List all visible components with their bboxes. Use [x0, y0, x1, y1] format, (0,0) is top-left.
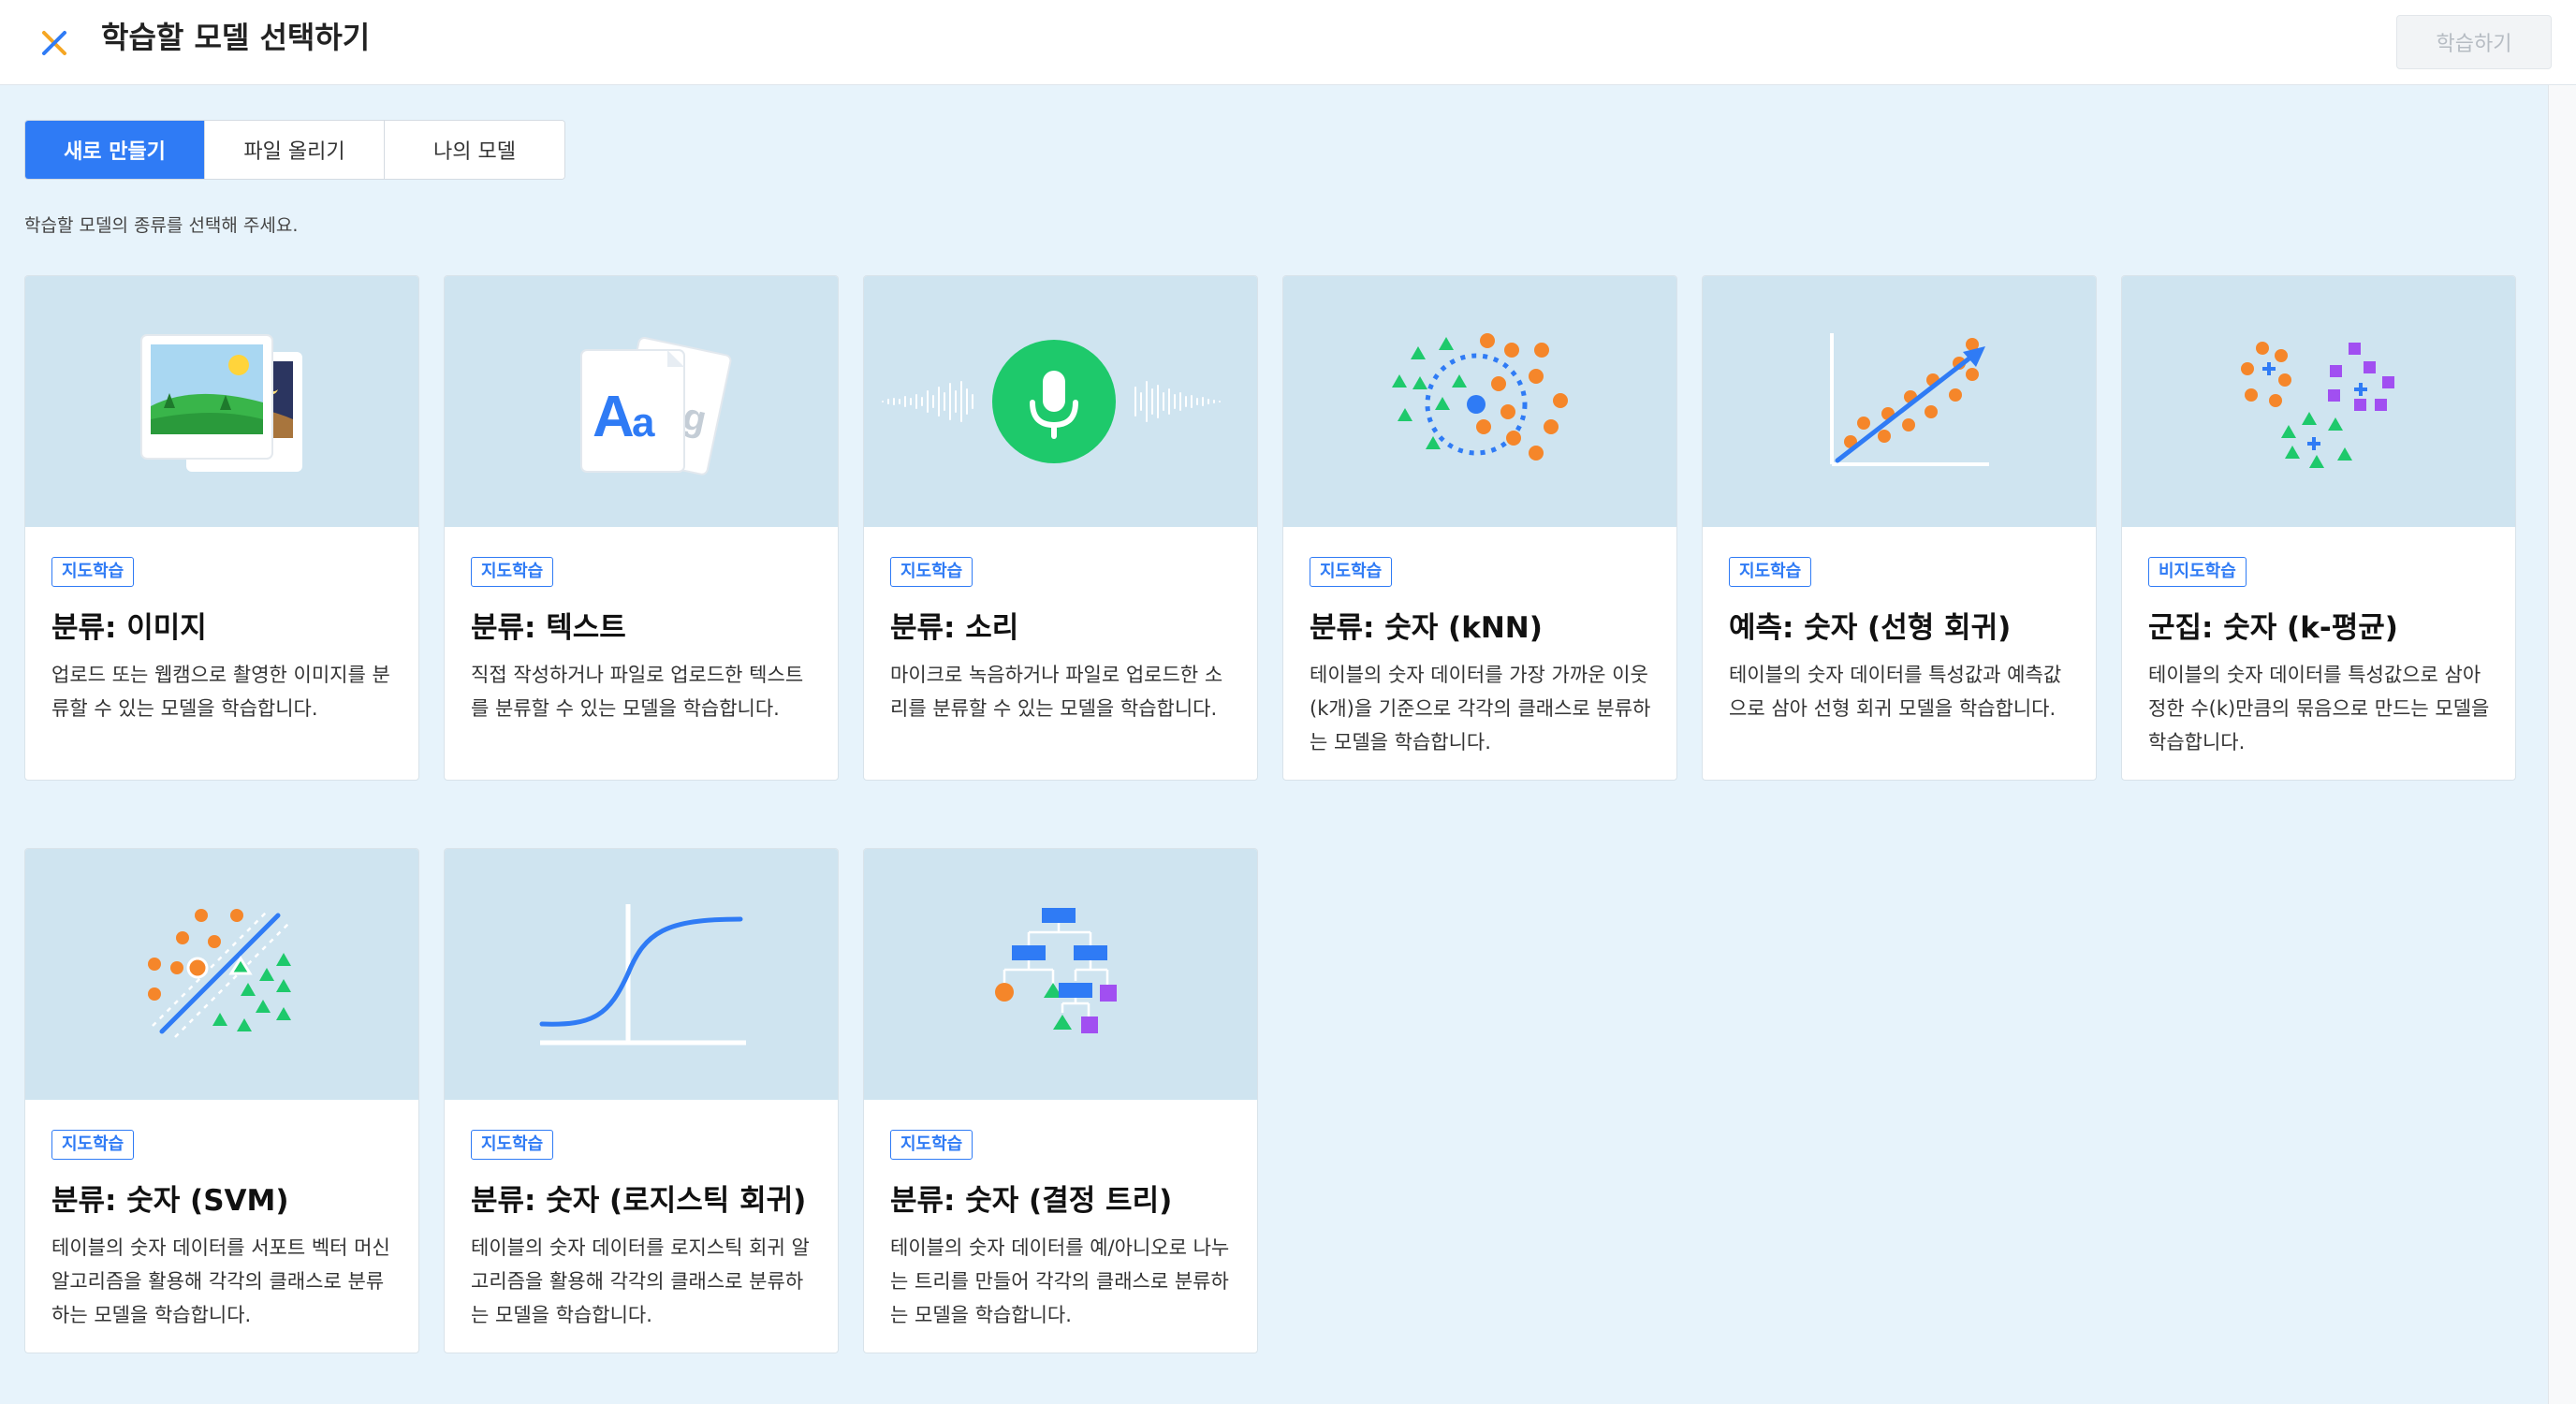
- model-card-svm[interactable]: 지도학습 분류: 숫자 (SVM) 테이블의 숫자 데이터를 서포트 벡터 머신…: [24, 848, 419, 1353]
- card-description: 테이블의 숫자 데이터를 특성값으로 삼아 정한 수(k)만큼의 묶음으로 만드…: [2148, 664, 2490, 753]
- learning-type-badge: 지도학습: [890, 1130, 973, 1160]
- card-title: 분류: 이미지: [51, 611, 207, 645]
- card-illustration: [2122, 276, 2515, 527]
- card-illustration: [445, 849, 838, 1100]
- train-button[interactable]: 학습하기: [2396, 15, 2552, 69]
- svg-text:A: A: [593, 385, 635, 449]
- svg-text:a: a: [632, 400, 655, 446]
- page-title: 학습할 모델 선택하기: [101, 20, 371, 55]
- logistic-curve-icon: [539, 904, 746, 1046]
- svm-margin-icon: [148, 909, 291, 1038]
- top-bar: 학습할 모델 선택하기 학습하기: [0, 0, 2576, 85]
- card-illustration: [864, 276, 1257, 527]
- learning-type-badge: 지도학습: [471, 1130, 554, 1160]
- linear-regression-icon: [1830, 333, 1989, 466]
- learning-type-badge: 비지도학습: [2148, 557, 2247, 587]
- model-card-knn[interactable]: 지도학습 분류: 숫자 (kNN) 테이블의 숫자 데이터를 가장 가까운 이웃…: [1282, 275, 1677, 781]
- tab-my-models[interactable]: 나의 모델: [385, 121, 564, 179]
- tab-new[interactable]: 새로 만들기: [25, 121, 205, 179]
- card-illustration: [25, 276, 418, 527]
- card-title: 분류: 텍스트: [471, 611, 626, 645]
- instruction-text: 학습할 모델의 종류를 선택해 주세요.: [24, 215, 299, 236]
- card-description: 테이블의 숫자 데이터를 예/아니오로 나누는 트리를 만들어 각각의 클래스로…: [890, 1236, 1230, 1326]
- kmeans-clusters-icon: [2241, 342, 2394, 468]
- card-title: 분류: 숫자 (결정 트리): [890, 1184, 1173, 1218]
- card-description: 업로드 또는 웹캠으로 촬영한 이미지를 분류할 수 있는 모델을 학습합니다.: [51, 664, 390, 720]
- tab-upload-file[interactable]: 파일 올리기: [205, 121, 385, 179]
- card-description: 테이블의 숫자 데이터를 서포트 벡터 머신 알고리즘을 활용해 각각의 클래스…: [51, 1236, 390, 1326]
- learning-type-badge: 지도학습: [1729, 557, 1812, 587]
- learning-type-badge: 지도학습: [51, 557, 135, 587]
- card-illustration: [25, 849, 418, 1100]
- decision-tree-icon: [995, 908, 1117, 1033]
- model-card-image-classification[interactable]: 지도학습 분류: 이미지 업로드 또는 웹캠으로 촬영한 이미지를 분류할 수 …: [24, 275, 419, 781]
- card-title: 분류: 숫자 (SVM): [51, 1184, 289, 1218]
- mode-tabs: 새로 만들기 파일 올리기 나의 모델: [24, 120, 565, 180]
- image-photos-icon: [140, 334, 302, 472]
- card-description: 직접 작성하거나 파일로 업로드한 텍스트를 분류할 수 있는 모델을 학습합니…: [471, 664, 804, 720]
- card-title: 예측: 숫자 (선형 회귀): [1729, 611, 2012, 645]
- card-description: 마이크로 녹음하거나 파일로 업로드한 소리를 분류할 수 있는 모델을 학습합…: [890, 664, 1223, 720]
- card-description: 테이블의 숫자 데이터를 특성값과 예측값으로 삼아 선형 회귀 모델을 학습합…: [1729, 664, 2062, 720]
- card-illustration: [864, 849, 1257, 1100]
- microphone-waveform-icon: [882, 340, 1221, 463]
- card-description: 테이블의 숫자 데이터를 로지스틱 회귀 알고리즘을 활용해 각각의 클래스로 …: [471, 1236, 810, 1326]
- model-card-linear-regression[interactable]: 지도학습 예측: 숫자 (선형 회귀) 테이블의 숫자 데이터를 특성값과 예측…: [1702, 275, 2097, 781]
- knn-scatter-icon: [1392, 333, 1568, 461]
- card-illustration: [1703, 276, 2096, 527]
- learning-type-badge: 지도학습: [890, 557, 973, 587]
- model-card-kmeans[interactable]: 비지도학습 군집: 숫자 (k-평균) 테이블의 숫자 데이터를 특성값으로 삼…: [2121, 275, 2516, 781]
- card-illustration: Ag A a: [445, 276, 838, 527]
- model-card-logistic-regression[interactable]: 지도학습 분류: 숫자 (로지스틱 회귀) 테이블의 숫자 데이터를 로지스틱 …: [444, 848, 839, 1353]
- model-card-decision-tree[interactable]: 지도학습 분류: 숫자 (결정 트리) 테이블의 숫자 데이터를 예/아니오로 …: [863, 848, 1258, 1353]
- text-document-icon: Ag A a: [580, 336, 732, 475]
- learning-type-badge: 지도학습: [1310, 557, 1393, 587]
- card-title: 분류: 숫자 (로지스틱 회귀): [471, 1184, 807, 1218]
- model-card-sound-classification[interactable]: 지도학습 분류: 소리 마이크로 녹음하거나 파일로 업로드한 소리를 분류할 …: [863, 275, 1258, 781]
- learning-type-badge: 지도학습: [471, 557, 554, 587]
- model-card-text-classification[interactable]: Ag A a 지도학습 분류: 텍스트 직접 작성하거나 파일로 업로드한 텍스…: [444, 275, 839, 781]
- card-description: 테이블의 숫자 데이터를 가장 가까운 이웃(k개)을 기준으로 각각의 클래스…: [1310, 664, 1651, 753]
- card-illustration: [1283, 276, 1676, 527]
- close-icon[interactable]: [36, 24, 73, 62]
- card-title: 분류: 숫자 (kNN): [1310, 611, 1543, 645]
- learning-type-badge: 지도학습: [51, 1130, 135, 1160]
- scrollbar-track[interactable]: [2548, 85, 2576, 1404]
- card-title: 분류: 소리: [890, 611, 1019, 645]
- card-title: 군집: 숫자 (k-평균): [2148, 611, 2398, 645]
